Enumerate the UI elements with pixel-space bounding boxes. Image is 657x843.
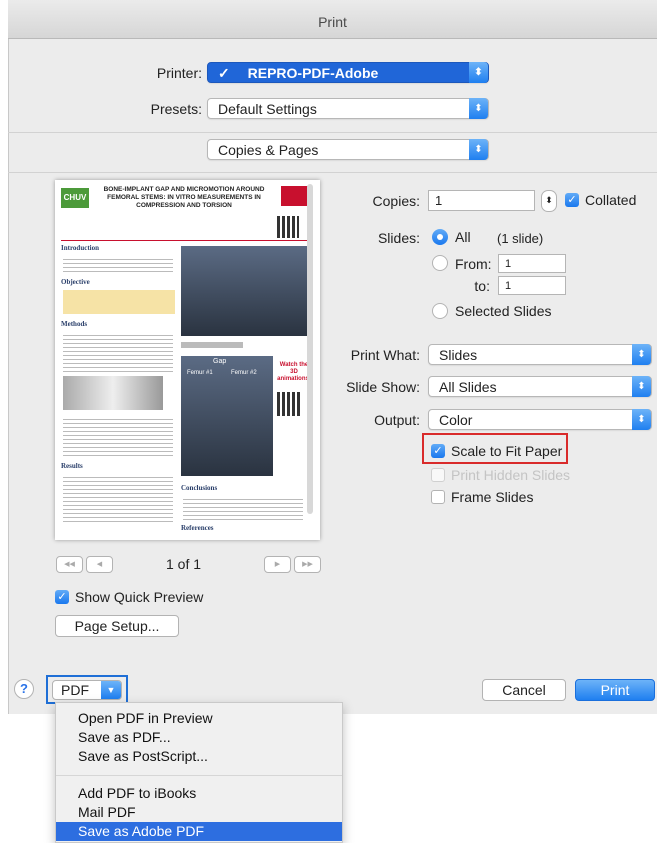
selected-slides-radio[interactable] <box>432 303 448 319</box>
page-preview: CHUV BONE-IMPLANT GAP AND MICROMOTION AR… <box>55 180 320 540</box>
slides-from-field[interactable]: 1 <box>498 254 566 273</box>
poster-text <box>183 496 303 520</box>
menu-item-mail-pdf[interactable]: Mail PDF <box>56 803 342 822</box>
poster-text <box>63 256 173 274</box>
frame-slides-checkbox[interactable] <box>431 490 445 504</box>
slide-show-popup[interactable]: All Slides ⬍ <box>428 376 652 397</box>
help-icon[interactable]: ? <box>14 679 34 699</box>
poster-text <box>63 332 173 372</box>
slides-all-radio[interactable] <box>432 229 448 245</box>
poster-section: Conclusions <box>181 484 218 492</box>
popup-arrows-icon: ⬍ <box>469 62 488 83</box>
poster-figure-gap: Gap Femur #1 Femur #2 <box>181 356 273 476</box>
poster-objective-box <box>63 290 175 314</box>
quick-preview-checkbox[interactable]: ✓ <box>55 590 69 604</box>
pdf-button[interactable]: PDF ▼ <box>52 680 122 700</box>
slides-from-label: From: <box>455 256 492 272</box>
frame-slides-label: Frame Slides <box>451 489 534 505</box>
menu-item-save-as-postscript[interactable]: Save as PostScript... <box>56 747 342 766</box>
slides-all-label: All <box>455 229 471 245</box>
poster-image <box>63 376 163 410</box>
copies-label: Copies: <box>372 193 420 209</box>
slide-show-value: All Slides <box>439 379 497 395</box>
page-indicator: 1 of 1 <box>166 556 202 572</box>
collated-label: Collated <box>585 192 637 208</box>
popup-arrows-icon: ⬍ <box>469 139 488 160</box>
print-what-value: Slides <box>439 347 478 363</box>
poster-text <box>63 474 173 524</box>
section-value: Copies & Pages <box>218 142 319 158</box>
selected-slides-label: Selected Slides <box>455 303 552 319</box>
menu-item-open-in-preview[interactable]: Open PDF in Preview <box>56 709 342 728</box>
qr-code-icon <box>277 216 299 238</box>
last-page-button[interactable]: ▶▶ <box>294 556 321 573</box>
poster-figure-torsion <box>181 246 311 336</box>
output-popup[interactable]: Color ⬍ <box>428 409 652 430</box>
pdf-button-label: PDF <box>61 682 89 698</box>
check-icon: ✓ <box>218 65 230 81</box>
slides-count: (1 slide) <box>497 231 544 246</box>
divider <box>8 172 657 173</box>
print-what-label: Print What: <box>350 347 420 363</box>
menu-item-add-to-ibooks[interactable]: Add PDF to iBooks <box>56 784 342 803</box>
menu-item-save-as-adobe-pdf[interactable]: Save as Adobe PDF <box>56 822 342 841</box>
presets-value: Default Settings <box>218 101 317 117</box>
poster-section: Introduction <box>61 244 99 252</box>
popup-arrows-icon: ⬍ <box>632 409 651 430</box>
slides-to-label: to: <box>474 278 490 294</box>
poster-section: Results <box>61 462 83 470</box>
divider <box>8 132 657 133</box>
poster-caption <box>181 342 243 348</box>
presets-popup[interactable]: Default Settings ⬍ <box>207 98 489 119</box>
output-value: Color <box>439 412 473 428</box>
scale-to-fit-label: Scale to Fit Paper <box>451 443 563 459</box>
poster-section: Methods <box>61 320 88 328</box>
slides-label: Slides: <box>377 230 420 246</box>
print-hidden-label: Print Hidden Slides <box>451 467 571 483</box>
figure-head: Femur #2 <box>231 370 257 376</box>
poster-title: BONE-IMPLANT GAP AND MICROMOTION AROUND … <box>103 186 265 209</box>
cancel-button[interactable]: Cancel <box>482 679 566 701</box>
quick-preview-label: Show Quick Preview <box>75 589 204 605</box>
dialog-titlebar: Print <box>8 0 657 39</box>
prev-page-button[interactable]: ◀ <box>86 556 113 573</box>
pdf-menu: Open PDF in Preview Save as PDF... Save … <box>55 702 343 843</box>
collated-checkbox[interactable]: ✓ <box>565 193 579 207</box>
figure-head: Femur #1 <box>187 370 213 376</box>
printer-popup[interactable]: ✓ REPRO-PDF-Adobe ⬍ <box>207 62 489 83</box>
copies-field[interactable]: 1 <box>428 190 535 211</box>
print-hidden-checkbox[interactable] <box>431 468 445 482</box>
slide-show-label: Slide Show: <box>346 379 420 395</box>
figure-head: Gap <box>213 358 227 365</box>
copies-stepper[interactable]: ⬍ <box>541 190 557 212</box>
presets-label: Presets: <box>150 101 202 117</box>
slides-to-field[interactable]: 1 <box>498 276 566 295</box>
dialog-title: Print <box>318 14 347 30</box>
menu-separator <box>56 775 342 776</box>
popup-arrows-icon: ⬍ <box>632 344 651 365</box>
section-popup[interactable]: Copies & Pages ⬍ <box>207 139 489 160</box>
print-button[interactable]: Print <box>575 679 655 701</box>
chevron-down-icon: ▼ <box>101 681 121 699</box>
output-label: Output: <box>374 412 420 428</box>
print-what-popup[interactable]: Slides ⬍ <box>428 344 652 365</box>
printer-value: REPRO-PDF-Adobe <box>247 65 379 81</box>
qr-code-icon <box>277 392 301 416</box>
slides-from-radio[interactable] <box>432 255 448 271</box>
page-setup-button[interactable]: Page Setup... <box>55 615 179 637</box>
printer-label: Printer: <box>156 65 202 81</box>
popup-arrows-icon: ⬍ <box>632 376 651 397</box>
poster-logo: CHUV <box>61 188 89 208</box>
menu-item-save-as-pdf[interactable]: Save as PDF... <box>56 728 342 747</box>
poster-section: References <box>181 524 214 532</box>
scale-to-fit-checkbox[interactable]: ✓ <box>431 444 445 458</box>
popup-arrows-icon: ⬍ <box>469 98 488 119</box>
poster-text <box>63 416 173 456</box>
next-page-button[interactable]: ▶ <box>264 556 291 573</box>
poster-section: Objective <box>61 278 90 286</box>
first-page-button[interactable]: ◀◀ <box>56 556 83 573</box>
poster-rule <box>61 240 311 241</box>
